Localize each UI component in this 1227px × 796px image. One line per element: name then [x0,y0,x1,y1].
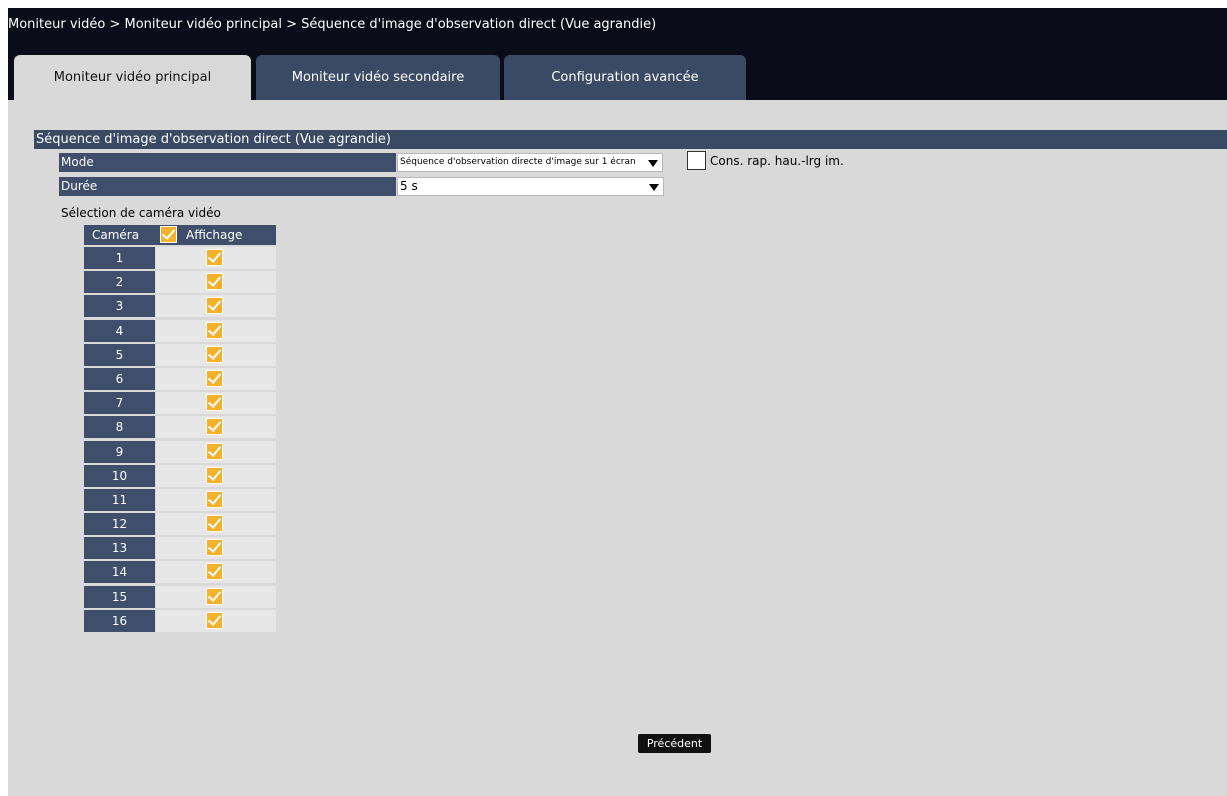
display-checkbox[interactable] [206,418,223,436]
display-cell [156,464,276,487]
camera-row: 7 [84,391,276,415]
camera-row: 11 [84,488,276,512]
display-cell [156,488,276,511]
mode-select-value: Séquence d'observation directe d'image s… [400,157,636,167]
camera-number: 12 [84,513,155,536]
display-cell [156,440,276,463]
display-checkbox[interactable] [206,563,223,581]
section-title: Séquence d'image d'observation direct (V… [34,130,1227,149]
column-header-camera: Caméra [92,228,140,242]
display-cell [156,416,276,439]
camera-table: 1 2 3 4 5 6 7 8 9 10 11 12 13 14 15 16 [84,246,276,633]
display-checkbox[interactable] [206,321,223,339]
display-checkbox[interactable] [206,369,223,387]
camera-number: 7 [84,392,155,415]
duration-select[interactable]: 5 s [397,177,664,196]
camera-table-header: Caméra Affichage [84,225,276,245]
camera-row: 13 [84,536,276,560]
display-checkbox[interactable] [206,345,223,363]
camera-number: 9 [84,440,155,463]
camera-row: 2 [84,270,276,294]
camera-row: 9 [84,440,276,464]
camera-number: 6 [84,367,155,390]
display-cell [156,343,276,366]
camera-row: 4 [84,319,276,343]
display-checkbox[interactable] [206,539,223,557]
camera-row: 14 [84,560,276,584]
tab-main-monitor[interactable]: Moniteur vidéo principal [14,55,251,100]
settings-window: Moniteur vidéo > Moniteur vidéo principa… [8,8,1227,796]
camera-number: 3 [84,295,155,318]
display-cell [156,271,276,294]
display-checkbox[interactable] [206,611,223,629]
camera-row: 16 [84,609,276,633]
display-cell [156,247,276,269]
tab-advanced-config[interactable]: Configuration avancée [504,55,746,100]
display-cell [156,319,276,342]
display-cell [156,392,276,415]
camera-row: 12 [84,512,276,536]
camera-row: 5 [84,343,276,367]
aspect-ratio-checkbox[interactable] [687,151,706,170]
mode-label: Mode [59,153,396,172]
display-checkbox[interactable] [206,249,223,266]
chevron-down-icon [646,157,660,169]
camera-row: 6 [84,367,276,391]
display-cell [156,537,276,560]
tab-secondary-monitor[interactable]: Moniteur vidéo secondaire [256,55,500,100]
camera-number: 15 [84,585,155,608]
display-checkbox[interactable] [206,442,223,460]
display-checkbox[interactable] [206,394,223,412]
camera-selection-label: Sélection de caméra vidéo [61,206,221,220]
display-cell [156,609,276,632]
display-checkbox[interactable] [206,587,223,605]
camera-row: 15 [84,585,276,609]
column-header-display: Affichage [186,228,243,242]
aspect-ratio-label: Cons. rap. hau.-lrg im. [710,154,844,168]
display-cell [156,561,276,584]
chevron-down-icon [647,181,661,193]
display-cell [156,295,276,318]
display-cell [156,367,276,390]
duration-label: Durée [59,177,396,196]
camera-number: 1 [84,247,155,269]
camera-number: 5 [84,343,155,366]
camera-number: 13 [84,537,155,560]
camera-row: 10 [84,464,276,488]
display-checkbox[interactable] [206,515,223,533]
breadcrumb: Moniteur vidéo > Moniteur vidéo principa… [8,17,657,32]
camera-number: 4 [84,319,155,342]
camera-number: 8 [84,416,155,439]
camera-row: 3 [84,294,276,318]
display-checkbox[interactable] [206,466,223,484]
title-bar: Moniteur vidéo > Moniteur vidéo principa… [8,8,1227,100]
camera-number: 2 [84,271,155,294]
camera-row: 1 [84,246,276,270]
display-checkbox[interactable] [206,273,223,291]
display-cell [156,585,276,608]
previous-button[interactable]: Précédent [638,734,711,753]
camera-number: 14 [84,561,155,584]
camera-number: 10 [84,464,155,487]
camera-number: 16 [84,609,155,632]
display-checkbox[interactable] [206,297,223,315]
camera-number: 11 [84,488,155,511]
display-checkbox[interactable] [206,490,223,508]
mode-select[interactable]: Séquence d'observation directe d'image s… [397,153,663,172]
display-cell [156,513,276,536]
select-all-checkbox[interactable] [160,226,177,243]
duration-select-value: 5 s [400,179,418,193]
camera-row: 8 [84,415,276,439]
